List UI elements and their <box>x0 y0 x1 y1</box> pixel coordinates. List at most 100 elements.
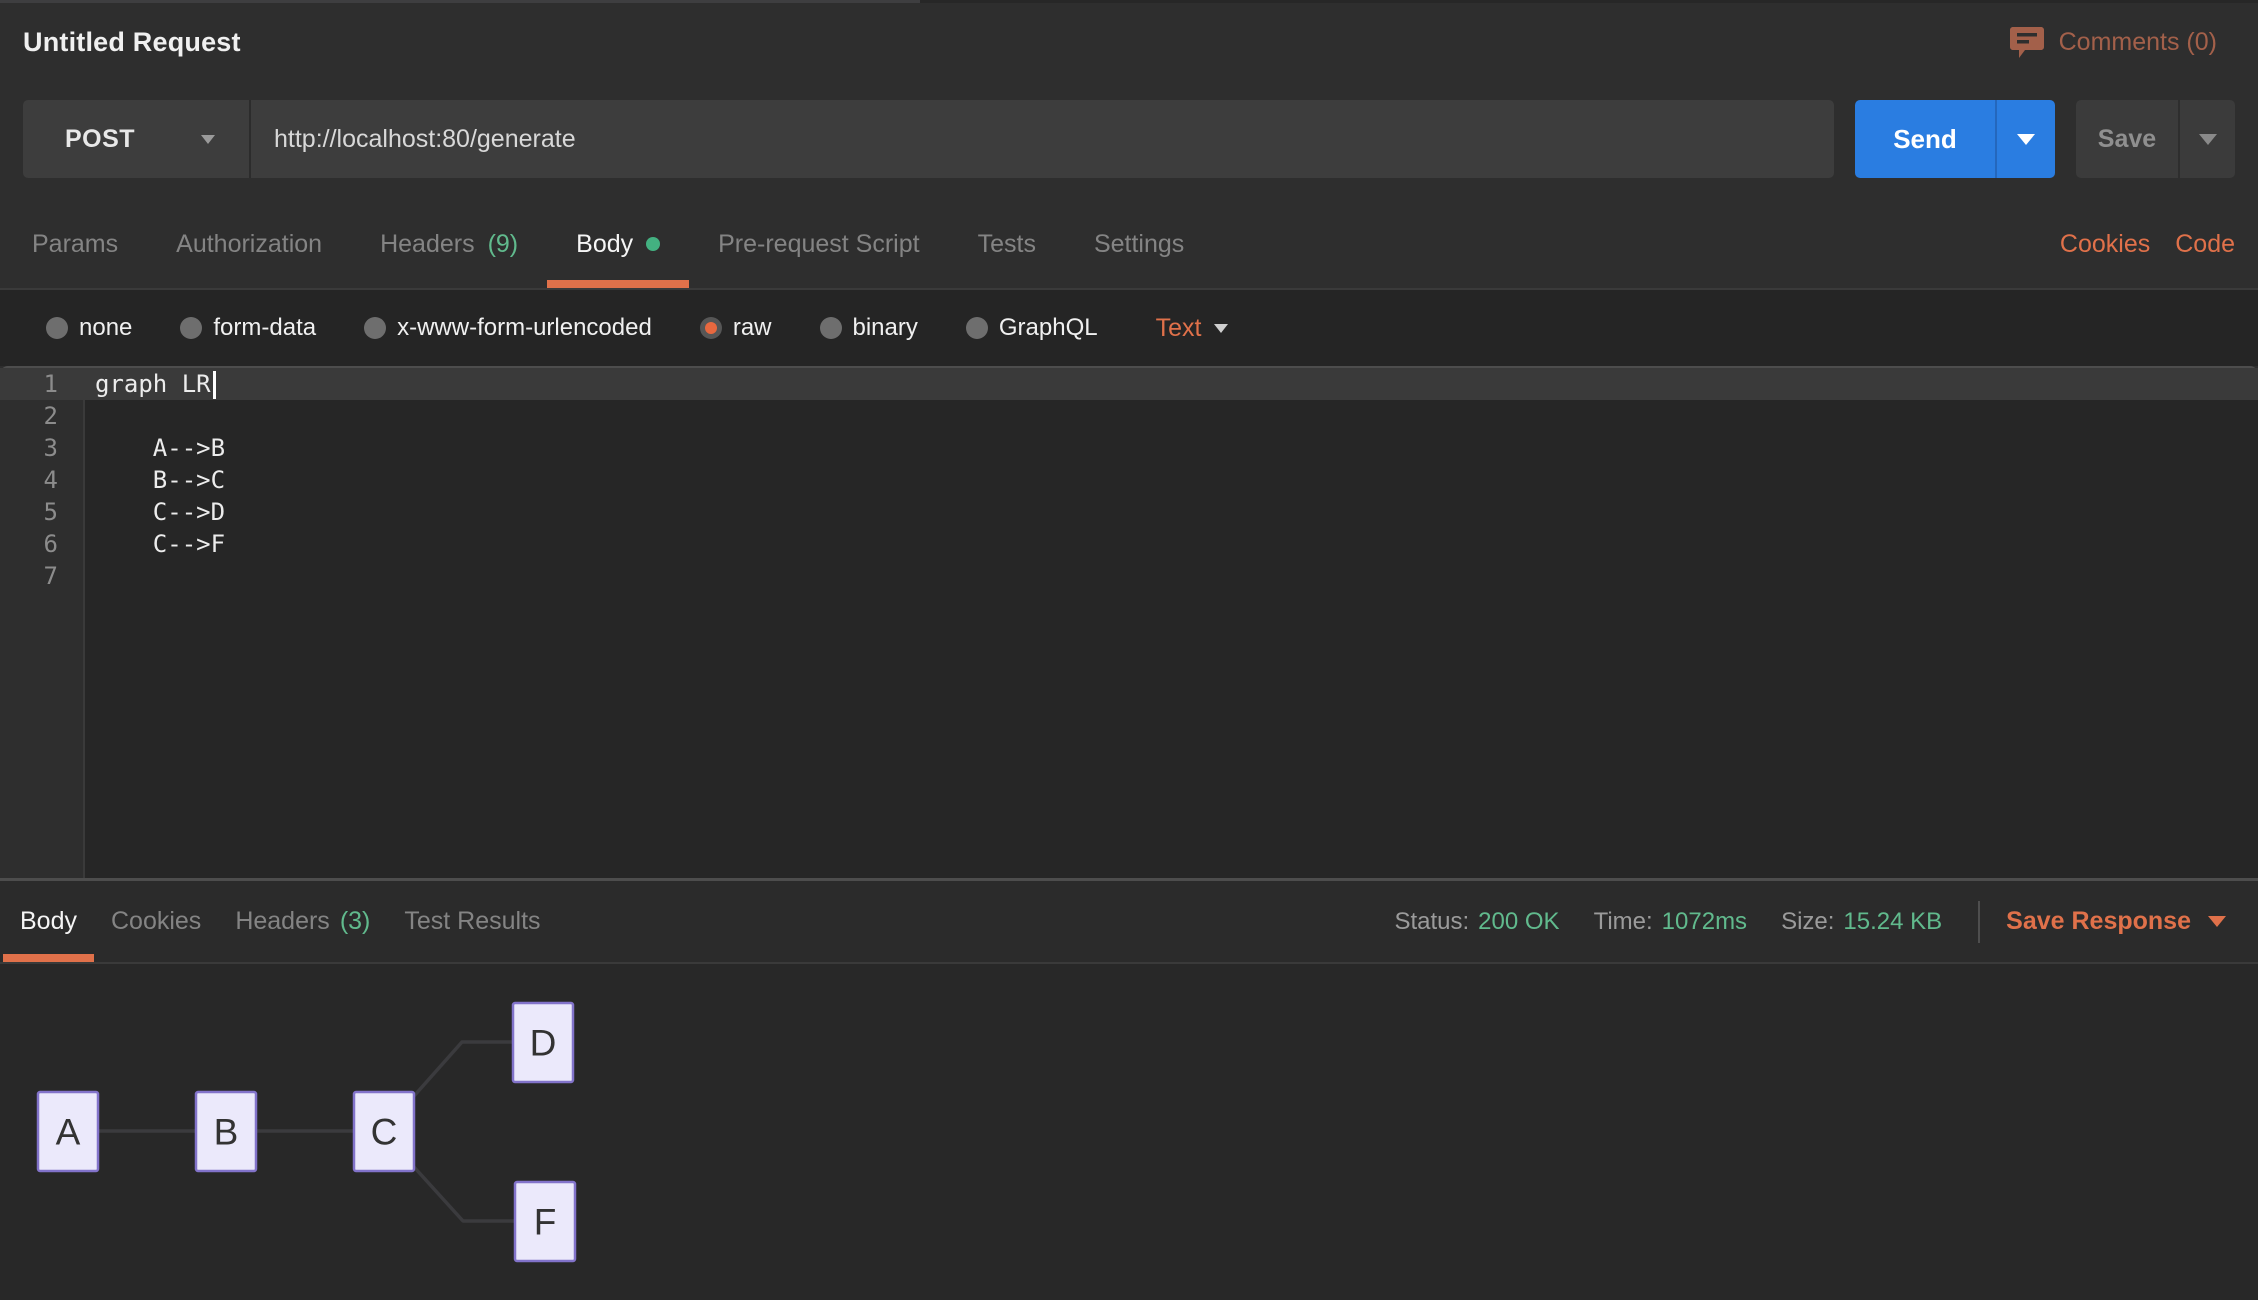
radio-label: GraphQL <box>999 314 1098 342</box>
code-text: C-->D <box>58 498 225 526</box>
body-format-select[interactable]: Text <box>1156 314 1229 343</box>
body-type-raw[interactable]: raw <box>700 314 772 342</box>
text-cursor <box>213 371 216 399</box>
request-links: Cookies Code <box>2060 230 2235 259</box>
editor-line: 1graph LR <box>0 368 2258 400</box>
svg-text:A: A <box>56 1112 81 1153</box>
line-number: 1 <box>0 370 58 398</box>
save-response-button[interactable]: Save Response <box>2006 907 2226 936</box>
graph-node-B: B <box>196 1092 256 1171</box>
save-options-button[interactable] <box>2178 100 2235 178</box>
tab-label: Settings <box>1094 230 1184 259</box>
tab-authorization[interactable]: Authorization <box>147 200 351 288</box>
mermaid-graph: A B C D F <box>0 964 700 1300</box>
tab-label: Pre-request Script <box>718 230 919 259</box>
unsaved-dot-icon <box>646 237 660 251</box>
divider <box>1978 901 1980 943</box>
editor-line: 4 B-->C <box>0 464 2258 496</box>
body-type-none[interactable]: none <box>46 314 132 342</box>
response-tab-test-results[interactable]: Test Results <box>387 881 557 962</box>
stat-size: Size:15.24 KB <box>1781 908 1942 936</box>
radio-icon <box>966 317 988 339</box>
stat-label: Time: <box>1594 908 1653 936</box>
line-number: 7 <box>0 562 58 590</box>
response-tab-body[interactable]: Body <box>3 881 94 962</box>
graph-edge-C-F <box>414 1167 515 1221</box>
chevron-down-icon <box>201 135 215 144</box>
send-button-group: Send <box>1855 100 2055 178</box>
tab-label: Authorization <box>176 230 322 259</box>
graph-node-F: F <box>515 1182 575 1261</box>
tab-label: Tests <box>978 230 1036 259</box>
response-body: A B C D F <box>0 964 2258 1300</box>
tab-label: Test Results <box>404 907 540 936</box>
response-bar: Body Cookies Headers(3) Test Results Status… <box>0 878 2258 964</box>
save-button-group: Save <box>2076 100 2235 178</box>
svg-text:B: B <box>214 1112 239 1153</box>
response-tab-cookies[interactable]: Cookies <box>94 881 218 962</box>
response-tab-headers[interactable]: Headers(3) <box>218 881 387 962</box>
request-title: Untitled Request <box>23 27 241 58</box>
url-row: POST Send Save <box>0 82 2258 200</box>
tab-pre-request-script[interactable]: Pre-request Script <box>689 200 948 288</box>
stat-status: Status:200 OK <box>1394 908 1559 936</box>
tab-label: Headers <box>235 907 330 936</box>
stat-value: 1072ms <box>1662 908 1747 936</box>
request-body-editor[interactable]: 1graph LR23 A-->B4 B-->C5 C-->D6 C-->F7 <box>0 366 2258 878</box>
tab-tests[interactable]: Tests <box>949 200 1065 288</box>
tab-body[interactable]: Body <box>547 200 689 288</box>
response-tabs: Body Cookies Headers(3) Test Results <box>3 881 558 962</box>
graph-node-A: A <box>38 1092 98 1171</box>
editor-line: 5 C-->D <box>0 496 2258 528</box>
cookies-link[interactable]: Cookies <box>2060 230 2150 259</box>
editor-line: 2 <box>0 400 2258 432</box>
url-input[interactable] <box>251 100 1834 178</box>
line-number: 2 <box>0 402 58 430</box>
body-type-graphql[interactable]: GraphQL <box>966 314 1098 342</box>
save-response-label: Save Response <box>2006 907 2191 936</box>
tab-label: Body <box>576 230 633 259</box>
line-number: 6 <box>0 530 58 558</box>
tab-label: Cookies <box>111 907 201 936</box>
tab-headers[interactable]: Headers(9) <box>351 200 547 288</box>
stat-value: 15.24 KB <box>1843 908 1942 936</box>
response-meta: Status:200 OK Time: 1072ms Size:15.24 KB Sa… <box>1360 901 2226 943</box>
line-number: 5 <box>0 498 58 526</box>
body-type-form-data[interactable]: form-data <box>180 314 316 342</box>
code-text: A-->B <box>58 434 225 462</box>
send-options-button[interactable] <box>1995 100 2055 178</box>
code-text: C-->F <box>58 530 225 558</box>
graph-node-C: C <box>354 1092 414 1171</box>
tab-params[interactable]: Params <box>3 200 147 288</box>
response-stats: Status:200 OK Time: 1072ms Size:15.24 KB <box>1360 908 1942 936</box>
code-text: B-->C <box>58 466 225 494</box>
tab-label: Body <box>20 907 77 936</box>
url-bar: POST <box>23 100 1834 178</box>
stat-time: Time: 1072ms <box>1594 908 1748 936</box>
body-type-row: none form-data x-www-form-urlencoded raw bin… <box>0 290 2258 366</box>
tab-label: Headers <box>380 230 475 259</box>
comments-button[interactable]: Comments (0) <box>2010 27 2217 58</box>
radio-icon <box>820 317 842 339</box>
body-type-x-www-form-urlencoded[interactable]: x-www-form-urlencoded <box>364 314 652 342</box>
body-type-binary[interactable]: binary <box>820 314 918 342</box>
body-type-options: none form-data x-www-form-urlencoded raw bin… <box>46 314 1098 342</box>
send-button[interactable]: Send <box>1855 100 1995 178</box>
radio-label: x-www-form-urlencoded <box>397 314 652 342</box>
body-format-label: Text <box>1156 314 1202 343</box>
chevron-down-icon <box>2017 134 2035 145</box>
radio-label: binary <box>853 314 918 342</box>
editor-line: 7 <box>0 560 2258 592</box>
tab-label: Params <box>32 230 118 259</box>
graph-node-D: D <box>513 1003 573 1082</box>
radio-icon <box>46 317 68 339</box>
save-button[interactable]: Save <box>2076 100 2178 178</box>
tab-settings[interactable]: Settings <box>1065 200 1213 288</box>
editor-lines: 1graph LR23 A-->B4 B-->C5 C-->D6 C-->F7 <box>0 368 2258 592</box>
svg-text:D: D <box>530 1023 557 1064</box>
code-text: graph LR <box>58 370 216 399</box>
request-tabs: Params Authorization Headers(9) Body Pre-req… <box>3 200 1213 288</box>
method-selector[interactable]: POST <box>23 100 251 178</box>
svg-text:F: F <box>534 1202 557 1243</box>
code-link[interactable]: Code <box>2175 230 2235 259</box>
